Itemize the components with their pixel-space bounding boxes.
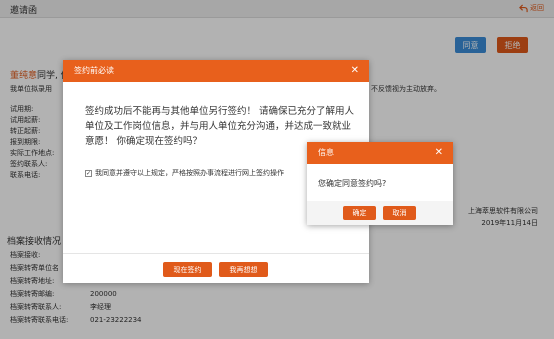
- checkbox-label: 我同意并遵守以上规定，严格按照办事流程进行网上签约操作: [95, 169, 284, 177]
- confirm-title: 信息: [318, 148, 334, 157]
- close-icon[interactable]: ✕: [351, 60, 359, 82]
- confirm-dialog: 信息 ✕ 您确定同意签约吗? 确定 取消: [307, 142, 453, 225]
- cancel-button[interactable]: 取消: [383, 206, 416, 220]
- confirm-footer: 确定 取消: [307, 201, 453, 225]
- dialog-header: 签约前必读 ✕: [63, 60, 369, 82]
- close-icon[interactable]: ✕: [435, 142, 443, 164]
- agree-rules-checkbox[interactable]: ✓ 我同意并遵守以上规定，严格按照办事流程进行网上签约操作: [85, 168, 284, 178]
- checkbox-box[interactable]: ✓: [85, 169, 92, 177]
- ok-button[interactable]: 确定: [343, 206, 376, 220]
- confirm-header: 信息 ✕: [307, 142, 453, 164]
- dialog-footer: 现在签约 我再想想: [63, 253, 369, 283]
- sign-now-button[interactable]: 现在签约: [163, 262, 212, 277]
- dialog-title: 签约前必读: [74, 66, 114, 75]
- confirm-message: 您确定同意签约吗?: [318, 179, 387, 188]
- think-again-button[interactable]: 我再想想: [219, 262, 268, 277]
